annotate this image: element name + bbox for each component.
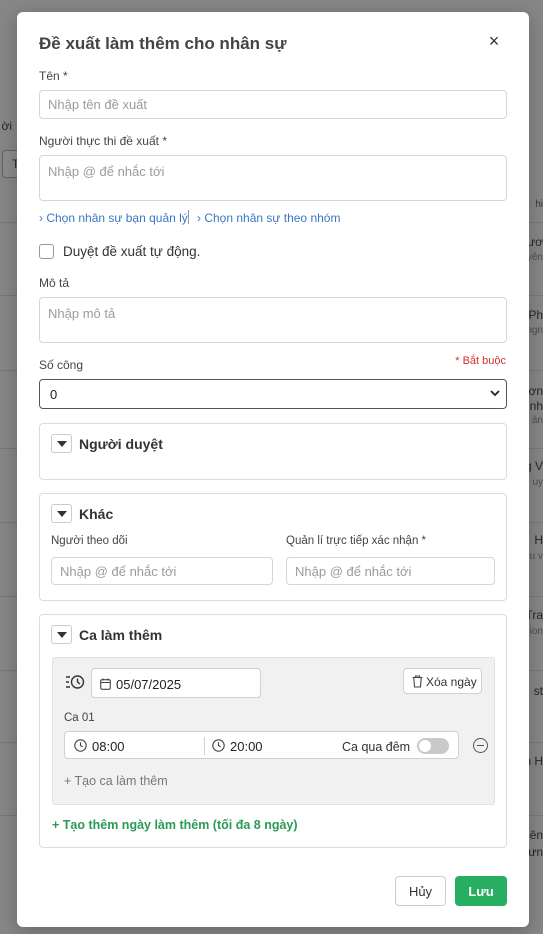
required-note: * Bắt buộc <box>455 355 506 367</box>
auto-approve-checkbox[interactable] <box>39 244 54 259</box>
add-overtime-day-button[interactable]: + Tạo thêm ngày làm thêm (tối đa 8 ngày) <box>52 818 298 832</box>
work-units-value: 0 <box>50 387 58 402</box>
shift-time-row: 08:00 20:00 Ca qua đêm <box>64 731 459 759</box>
executor-label: Người thực thi đề xuất * <box>39 134 167 148</box>
work-units-select[interactable]: 0 <box>39 379 507 409</box>
follower-input[interactable] <box>51 557 273 585</box>
overnight-toggle[interactable] <box>417 738 449 754</box>
calendar-icon <box>100 678 111 690</box>
shift-label: Ca 01 <box>64 712 95 724</box>
date-picker[interactable]: 05/07/2025 <box>91 668 261 698</box>
schedule-clock-icon <box>65 674 85 690</box>
date-value: 05/07/2025 <box>116 677 182 692</box>
modal-title: Đề xuất làm thêm cho nhân sự <box>39 34 287 53</box>
executor-input[interactable] <box>39 155 507 201</box>
manager-label: Quản lí trực tiếp xác nhận * <box>286 535 427 547</box>
overtime-section: Ca làm thêm 05/07/2025 Xóa ngày Ca 01 08… <box>39 614 507 848</box>
collapse-toggle-icon[interactable] <box>51 625 72 644</box>
select-managed-staff-link[interactable]: › Chọn nhân sự bạn quản lý <box>39 211 188 225</box>
trash-icon <box>412 675 423 688</box>
description-input[interactable] <box>39 297 507 343</box>
add-shift-button[interactable]: + Tạo ca làm thêm <box>64 774 168 788</box>
link-divider <box>188 210 189 224</box>
delete-day-button[interactable]: Xóa ngày <box>403 668 482 694</box>
overtime-request-modal: Đề xuất làm thêm cho nhân sự × Tên * Ngư… <box>17 12 529 927</box>
auto-approve-label[interactable]: Duyệt đề xuất tự động. <box>63 244 200 259</box>
follower-label: Người theo dõi <box>51 535 128 547</box>
close-icon[interactable]: × <box>483 30 505 52</box>
collapse-toggle-icon[interactable] <box>51 504 72 523</box>
other-title: Khác <box>79 506 114 522</box>
description-label: Mô tả <box>39 276 70 290</box>
clock-icon <box>74 739 87 752</box>
work-units-label: Số công <box>39 358 84 372</box>
name-label: Tên * <box>39 69 68 83</box>
overtime-title: Ca làm thêm <box>79 627 163 643</box>
end-time-input[interactable]: 20:00 <box>230 739 263 754</box>
select-group-staff-link[interactable]: › Chọn nhân sự theo nhóm <box>197 211 340 225</box>
manager-input[interactable] <box>286 557 495 585</box>
remove-shift-icon[interactable] <box>473 738 488 753</box>
approvers-title: Người duyệt <box>79 436 163 452</box>
other-section: Khác Người theo dõi Quản lí trực tiếp xá… <box>39 493 507 601</box>
collapse-toggle-icon[interactable] <box>51 434 72 453</box>
time-divider <box>204 737 205 755</box>
approvers-section: Người duyệt <box>39 423 507 480</box>
cancel-button[interactable]: Hủy <box>395 876 446 906</box>
chevron-down-icon <box>490 388 500 398</box>
overtime-day-card: 05/07/2025 Xóa ngày Ca 01 08:00 20:00 Ca… <box>52 657 495 805</box>
clock-icon <box>212 739 225 752</box>
overnight-label: Ca qua đêm <box>342 740 411 754</box>
name-input[interactable] <box>39 90 507 119</box>
delete-day-label: Xóa ngày <box>426 675 477 689</box>
start-time-input[interactable]: 08:00 <box>92 739 125 754</box>
save-button[interactable]: Lưu <box>455 876 507 906</box>
